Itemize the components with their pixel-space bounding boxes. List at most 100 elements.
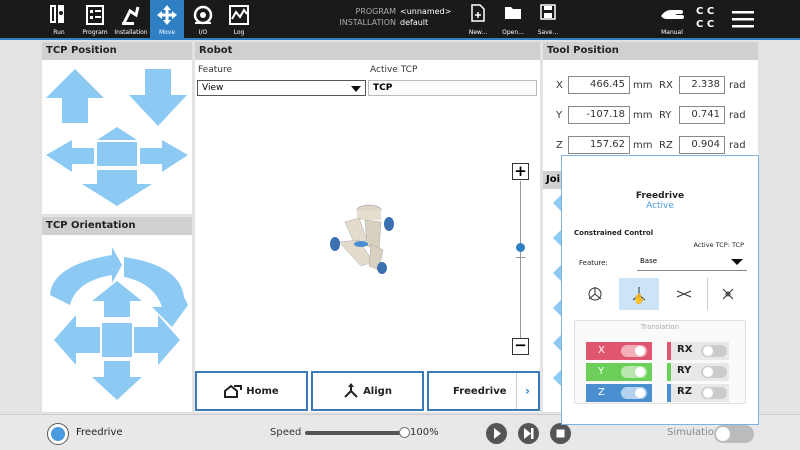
freedrive-button-label: Freedrive [453,385,507,397]
home-button[interactable]: Home [195,371,308,411]
speed-label: Speed [270,427,302,438]
stop-button[interactable] [550,423,571,444]
rotate-left-arrow[interactable] [54,315,100,365]
dropdown-arrow-icon [351,86,361,92]
tool-y-value[interactable]: -107.18 [568,106,630,124]
simulation-toggle[interactable] [714,425,754,443]
move-center-pad[interactable] [97,142,137,166]
tool-rz-value[interactable]: 0.904 [679,136,725,154]
axis-z-toggle[interactable]: Z [586,384,652,402]
tool-x-value[interactable]: 466.45 [568,76,630,94]
axis-y-toggle[interactable]: Y [586,363,652,381]
axis-rz-switch-knob [703,388,713,398]
zoom-track [520,181,521,338]
axis-z-switch[interactable] [621,387,647,399]
speed-slider[interactable] [305,427,410,438]
save-button[interactable]: Save... [532,4,564,38]
installation-icon [122,6,140,25]
move-right-arrow[interactable] [140,140,188,172]
axis-ry-label: RY [659,109,672,121]
mode-free-button[interactable] [576,278,614,310]
active-tcp-value: TCP [373,83,393,93]
rotate-down-arrow[interactable] [92,361,142,400]
minus-icon: − [514,336,527,354]
axis-rz-toggle-label: RZ [677,386,692,397]
mode-rotation-button[interactable] [707,278,747,310]
play-button[interactable] [486,423,507,444]
status-mode-label: Freedrive [76,427,123,438]
nav-program[interactable]: Program [78,0,112,38]
nav-move[interactable]: Move [150,0,184,38]
tcp-orientation-panel: TCP Orientation [42,217,192,412]
manual-mode-button[interactable]: Manual [654,4,690,38]
speed-slider-handle[interactable] [399,427,410,438]
nav-installation[interactable]: Installation [114,0,148,38]
tool-z-value[interactable]: 157.62 [568,136,630,154]
robot-3d-view[interactable] [325,200,405,280]
open-button[interactable]: Open... [497,4,529,38]
axis-rx-switch[interactable] [701,345,727,357]
panel-feature-dropdown[interactable]: Base [637,253,747,271]
zoom-in-button[interactable]: + [512,163,529,180]
tool-rx-value[interactable]: 2.338 [679,76,725,94]
axis-ry-switch-knob [703,367,713,377]
rotate-center-pad[interactable] [102,323,132,357]
freedrive-panel-status: Active [646,201,674,211]
align-button[interactable]: Align [311,371,424,411]
zoom-out-button[interactable]: − [512,338,529,355]
axis-x-toggle-label: X [598,345,605,356]
tool-position-title: Tool Position [543,42,758,60]
move-forward-arrow[interactable] [97,127,137,140]
axis-ry-toggle[interactable]: RY [667,363,729,381]
move-up-arrow[interactable] [46,69,104,123]
align-label: Align [363,385,392,397]
joint-2-button[interactable] [553,230,561,246]
axis-rz-toggle[interactable]: RZ [667,384,729,402]
axis-z-label: Z [556,139,563,151]
speed-value: 100% [410,427,439,438]
step-button[interactable] [518,423,539,444]
program-info: PROGRAM <unnamed> INSTALLATION default [300,6,451,28]
move-down-arrow[interactable] [129,69,187,126]
hamburger-icon [732,11,754,28]
joint-3-button[interactable] [553,265,561,281]
freedrive-button[interactable]: Freedrive › [427,371,540,411]
new-button[interactable]: New... [462,4,494,38]
rotate-cw-arrow-right[interactable] [124,257,188,327]
nav-log[interactable]: Log [222,0,256,38]
zoom-handle[interactable] [516,243,525,252]
rotate-up-arrow[interactable] [92,281,142,317]
cc-indicator-2: C C [696,19,715,30]
feature-dropdown[interactable]: View [197,80,366,96]
axis-y-switch[interactable] [621,366,647,378]
axis-x-toggle[interactable]: X [586,342,652,360]
save-label: Save... [537,29,559,36]
align-axes-icon [344,383,358,398]
joint-1-button[interactable] [553,195,561,211]
nav-run[interactable]: Run [42,0,76,38]
program-key: PROGRAM [355,7,397,16]
robot-title: Robot [195,42,540,60]
move-left-arrow[interactable] [46,140,94,172]
nav-run-label: Run [53,29,65,36]
joint-5-button[interactable] [553,335,561,351]
panel-feature-value: Base [640,257,658,265]
folder-icon [505,7,521,19]
step-icon [524,428,534,439]
move-back-arrow[interactable] [82,170,152,206]
mode-plane-button[interactable] [664,278,704,310]
menu-button[interactable] [732,9,754,29]
nav-io[interactable]: I/O [186,0,220,38]
axis-x-switch[interactable] [621,345,647,357]
axis-rx-toggle[interactable]: RX [667,342,729,360]
panel-dropdown-arrow-icon [731,259,743,265]
axis-y-toggle-label: Y [598,366,605,377]
axis-ry-switch[interactable] [701,366,727,378]
axis-rz-switch[interactable] [701,387,727,399]
tool-ry-value[interactable]: 0.741 [679,106,725,124]
new-label: New... [468,29,488,36]
axis-x-switch-knob [635,346,645,356]
joint-4-button[interactable] [553,300,561,316]
freedrive-panel: Freedrive Active Constrained Control Act… [561,155,759,425]
joint-6-button[interactable] [553,370,561,386]
